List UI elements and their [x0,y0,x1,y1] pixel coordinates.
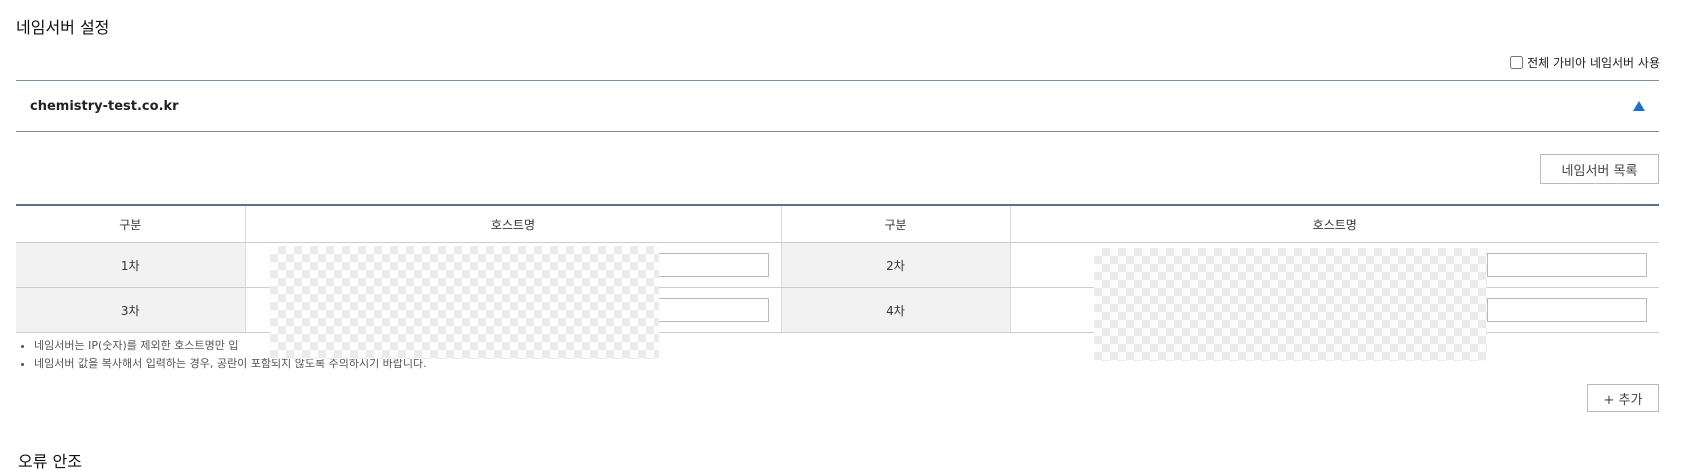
collapse-triangle-icon[interactable] [1633,101,1645,111]
column-header-hostname: 호스트명 [1009,205,1659,243]
add-nameserver-button[interactable]: + 추가 [1587,384,1659,412]
all-gabia-nameserver-option[interactable]: 전체 가비아 네임서버 사용 [1510,54,1660,71]
column-header-category: 구분 [16,205,245,243]
page-title: 네임서버 설정 [16,18,110,37]
ns-order-label: 3차 [16,287,245,333]
nameserver-list-button[interactable]: 네임서버 목록 [1540,154,1659,184]
ns-order-label: 1차 [16,242,245,288]
nameserver-4-input[interactable] [1487,298,1647,322]
ns-order-label: 4차 [780,287,1010,333]
column-header-hostname: 호스트명 [244,205,781,243]
all-gabia-label: 전체 가비아 네임서버 사용 [1527,56,1660,70]
nameserver-2-input[interactable] [1487,253,1647,277]
domain-accordion-header[interactable]: chemistry-test.co.kr [16,80,1659,132]
redacted-region [270,246,659,359]
ns-order-label: 2차 [780,242,1010,288]
column-header-category: 구분 [780,205,1010,243]
redacted-region [1094,248,1487,361]
domain-name: chemistry-test.co.kr [30,98,179,114]
next-section-title: 오류 안조 [18,452,82,471]
table-header-row: 구분 호스트명 구분 호스트명 [16,205,1659,243]
all-gabia-checkbox[interactable] [1510,56,1524,69]
